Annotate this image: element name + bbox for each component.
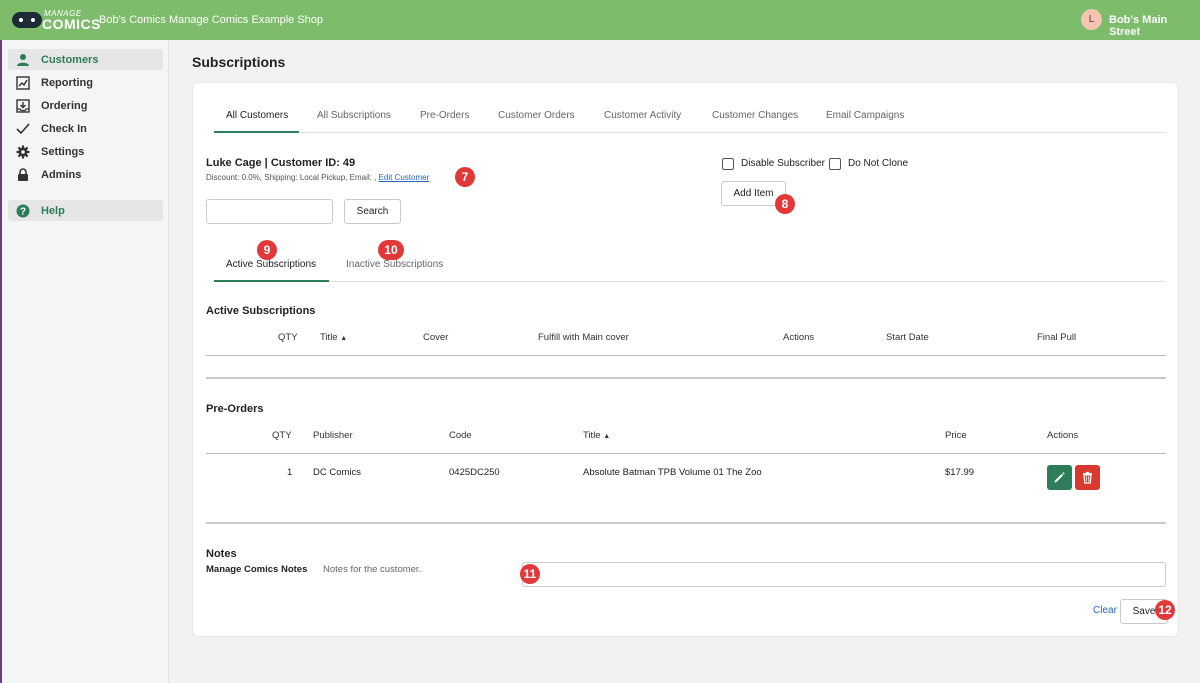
delete-button[interactable] bbox=[1075, 465, 1100, 490]
customer-tabs: All Customers All Subscriptions Pre-Orde… bbox=[214, 101, 1166, 133]
table-divider bbox=[206, 377, 1166, 379]
notes-field[interactable] bbox=[522, 562, 1166, 587]
lock-icon bbox=[15, 167, 31, 183]
column-header-publisher[interactable]: Publisher bbox=[313, 430, 353, 441]
table-divider bbox=[206, 355, 1166, 356]
page-title: Subscriptions bbox=[192, 54, 286, 70]
edit-button[interactable] bbox=[1047, 465, 1072, 490]
cell-title: Absolute Batman TPB Volume 01 The Zoo bbox=[583, 467, 762, 478]
sidebar-item-label: Admins bbox=[41, 168, 82, 181]
tab-active-subscriptions[interactable]: Active Subscriptions bbox=[226, 259, 316, 270]
trash-icon bbox=[1083, 471, 1092, 484]
do-not-clone-checkbox[interactable] bbox=[829, 158, 841, 170]
sort-ascending-icon: ▲ bbox=[603, 433, 611, 440]
notes-heading: Notes bbox=[206, 548, 237, 560]
tab-email-campaigns[interactable]: Email Campaigns bbox=[826, 110, 904, 121]
column-header-cover[interactable]: Cover bbox=[423, 332, 448, 343]
chart-icon bbox=[15, 75, 31, 91]
user-avatar[interactable]: L bbox=[1081, 9, 1102, 30]
sidebar-item-label: Help bbox=[41, 204, 65, 217]
top-bar: MANAGE COMICS Bob's Comics Manage Comics… bbox=[0, 0, 1200, 40]
edit-customer-link[interactable]: Edit Customer bbox=[379, 173, 430, 182]
cell-publisher: DC Comics bbox=[313, 467, 362, 478]
tab-pre-orders[interactable]: Pre-Orders bbox=[420, 110, 469, 121]
inbox-download-icon bbox=[15, 98, 31, 114]
tab-all-customers[interactable]: All Customers bbox=[226, 110, 288, 121]
customer-name: Luke Cage | Customer ID: 49 bbox=[206, 157, 356, 169]
pre-orders-heading: Pre-Orders bbox=[206, 403, 264, 415]
step-badge-8: 8 bbox=[775, 194, 795, 214]
search-input[interactable] bbox=[206, 199, 333, 224]
active-subtab-indicator bbox=[214, 280, 329, 282]
shop-name: Bob's Comics Manage Comics Example Shop bbox=[99, 14, 324, 26]
tab-all-subscriptions[interactable]: All Subscriptions bbox=[317, 110, 391, 121]
customer-details: Discount: 0.0%, Shipping: Local Pickup, … bbox=[206, 173, 429, 182]
logo-text-bottom: COMICS bbox=[42, 16, 101, 32]
checkmark-icon bbox=[15, 121, 31, 137]
column-header-qty[interactable]: QTY bbox=[272, 430, 292, 441]
disable-subscriber-checkbox[interactable] bbox=[722, 158, 734, 170]
sidebar-item-check-in[interactable]: Check In bbox=[8, 118, 163, 139]
column-header-title-text: Title bbox=[320, 332, 338, 343]
sidebar-item-reporting[interactable]: Reporting bbox=[8, 72, 163, 93]
sidebar-accent-line bbox=[0, 40, 2, 683]
column-header-qty[interactable]: QTY bbox=[278, 332, 298, 343]
column-header-title[interactable]: Title ▲ bbox=[320, 332, 347, 343]
step-badge-9: 9 bbox=[257, 240, 277, 260]
column-header-actions: Actions bbox=[1047, 430, 1079, 441]
sidebar-item-customers[interactable]: Customers bbox=[8, 49, 163, 70]
column-header-title-text: Title bbox=[583, 430, 601, 441]
gear-icon bbox=[15, 144, 31, 160]
column-header-actions: Actions bbox=[783, 332, 815, 343]
step-badge-11: 11 bbox=[520, 564, 540, 584]
column-header-final-pull[interactable]: Final Pull bbox=[1037, 332, 1076, 343]
sidebar-item-label: Settings bbox=[41, 145, 85, 158]
do-not-clone-label: Do Not Clone bbox=[848, 158, 909, 169]
cell-qty: 1 bbox=[287, 467, 293, 478]
notes-hint: Notes for the customer. bbox=[323, 564, 422, 575]
customer-details-text: Discount: 0.0%, Shipping: Local Pickup, … bbox=[206, 173, 377, 182]
subscription-status-tabs: Active Subscriptions Inactive Subscripti… bbox=[214, 251, 1166, 282]
step-badge-7: 7 bbox=[455, 167, 475, 187]
sidebar-item-label: Ordering bbox=[41, 99, 88, 112]
sidebar-item-help[interactable]: ? Help bbox=[8, 200, 163, 221]
column-header-start-date[interactable]: Start Date bbox=[886, 332, 929, 343]
table-divider bbox=[206, 522, 1166, 524]
store-selector[interactable]: Bob's Main Street bbox=[1109, 14, 1200, 38]
tab-customer-activity[interactable]: Customer Activity bbox=[604, 110, 681, 121]
cell-price: $17.99 bbox=[945, 467, 975, 478]
sidebar-item-label: Check In bbox=[41, 122, 87, 135]
active-tab-indicator bbox=[214, 131, 299, 133]
table-divider bbox=[206, 453, 1166, 454]
logo-mascot-icon bbox=[12, 12, 42, 28]
column-header-fulfill[interactable]: Fulfill with Main cover bbox=[538, 332, 629, 343]
column-header-title[interactable]: Title ▲ bbox=[583, 430, 610, 441]
column-header-price[interactable]: Price bbox=[945, 430, 967, 441]
tab-customer-changes[interactable]: Customer Changes bbox=[712, 110, 798, 121]
question-circle-icon: ? bbox=[15, 203, 31, 219]
sort-ascending-icon: ▲ bbox=[340, 335, 348, 342]
tab-inactive-subscriptions[interactable]: Inactive Subscriptions bbox=[346, 259, 443, 270]
disable-subscriber-label: Disable Subscriber bbox=[741, 158, 825, 169]
sidebar-item-admins[interactable]: Admins bbox=[8, 164, 163, 185]
manage-comics-logo[interactable]: MANAGE COMICS bbox=[12, 9, 101, 32]
subscriptions-card: All Customers All Subscriptions Pre-Orde… bbox=[192, 82, 1179, 637]
notes-label: Manage Comics Notes bbox=[206, 564, 308, 575]
sidebar-item-settings[interactable]: Settings bbox=[8, 141, 163, 162]
search-button[interactable]: Search bbox=[344, 199, 401, 224]
pencil-icon bbox=[1054, 472, 1065, 483]
svg-text:?: ? bbox=[20, 206, 26, 217]
person-icon bbox=[15, 52, 31, 68]
cell-code: 0425DC250 bbox=[449, 467, 500, 478]
step-badge-12: 12 bbox=[1155, 600, 1175, 620]
tab-customer-orders[interactable]: Customer Orders bbox=[498, 110, 575, 121]
sidebar: Customers Reporting Ordering Check In Se… bbox=[0, 40, 169, 683]
clear-button[interactable]: Clear bbox=[1093, 605, 1117, 616]
step-badge-10: 10 bbox=[378, 240, 404, 260]
sidebar-item-ordering[interactable]: Ordering bbox=[8, 95, 163, 116]
active-subscriptions-heading: Active Subscriptions bbox=[206, 305, 316, 317]
column-header-code[interactable]: Code bbox=[449, 430, 472, 441]
sidebar-item-label: Customers bbox=[41, 53, 99, 66]
sidebar-item-label: Reporting bbox=[41, 76, 93, 89]
